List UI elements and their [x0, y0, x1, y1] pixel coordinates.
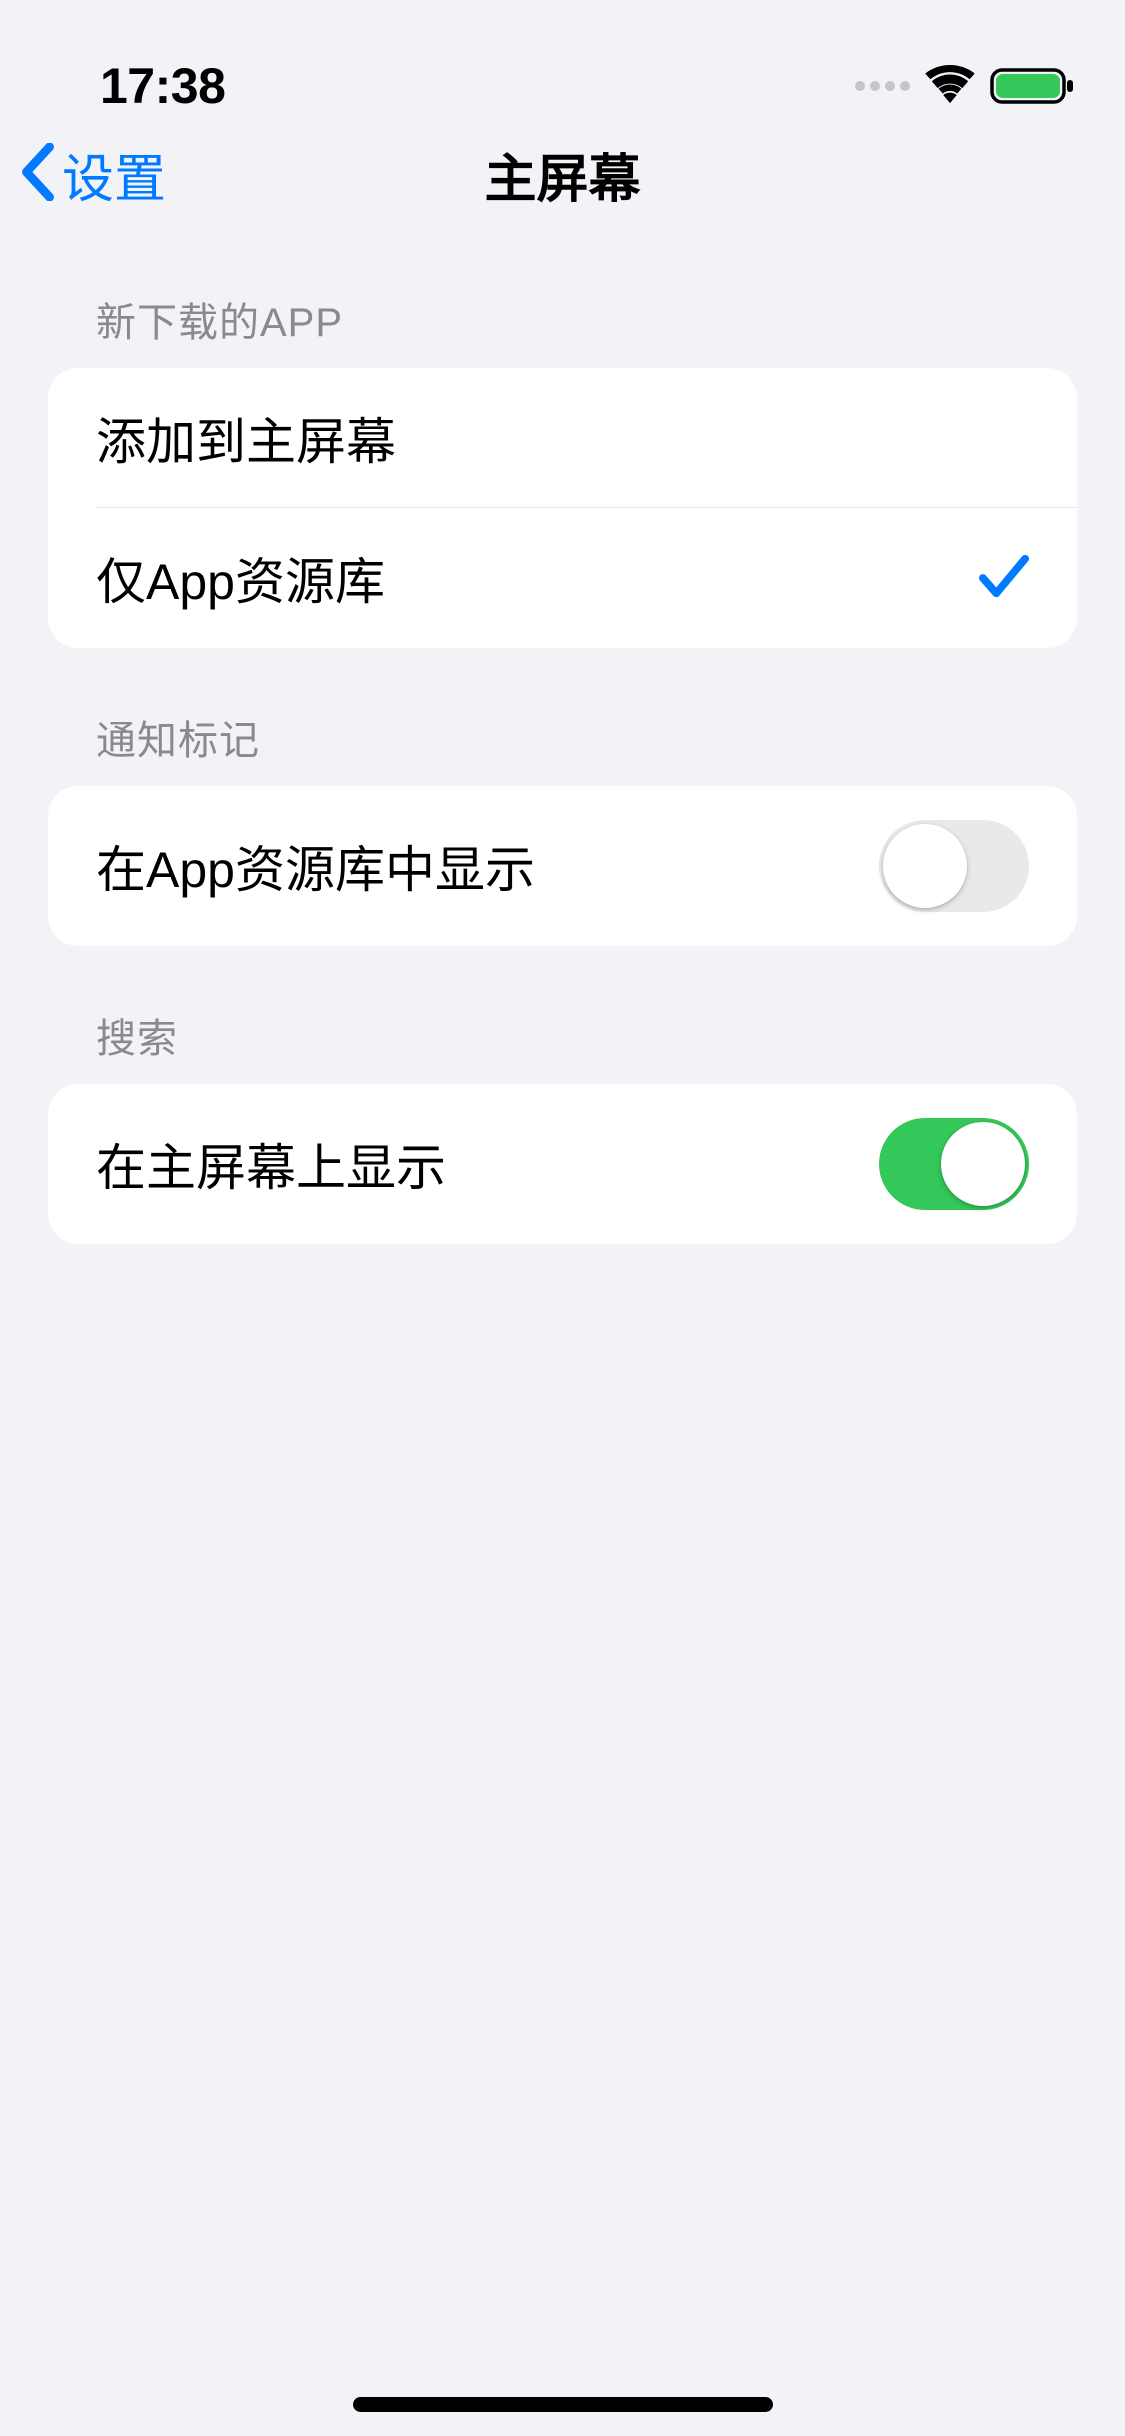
back-button[interactable]: 设置	[20, 137, 166, 212]
chevron-left-icon	[20, 143, 56, 206]
battery-icon	[990, 66, 1075, 106]
section-group-search: 在主屏幕上显示	[48, 1084, 1077, 1244]
toggle-label: 在App资源库中显示	[96, 830, 535, 902]
section-header-new-apps: 新下载的APP	[48, 290, 1077, 368]
toggle-show-on-home-screen[interactable]	[879, 1118, 1029, 1210]
toggle-row-show-in-app-library: 在App资源库中显示	[48, 786, 1077, 946]
section-group-new-apps: 添加到主屏幕 仅App资源库	[48, 368, 1077, 648]
toggle-label: 在主屏幕上显示	[96, 1128, 446, 1200]
navigation-bar: 设置 主屏幕	[0, 130, 1125, 230]
section-search: 搜索 在主屏幕上显示	[48, 1006, 1077, 1244]
section-header-search: 搜索	[48, 1006, 1077, 1084]
page-title: 主屏幕	[484, 137, 640, 212]
section-group-notification-badges: 在App资源库中显示	[48, 786, 1077, 946]
cellular-signal-icon	[855, 81, 910, 91]
section-header-notification-badges: 通知标记	[48, 708, 1077, 786]
option-add-to-home-screen[interactable]: 添加到主屏幕	[48, 368, 1077, 508]
option-app-library-only[interactable]: 仅App资源库	[48, 508, 1077, 648]
section-notification-badges: 通知标记 在App资源库中显示	[48, 708, 1077, 946]
content-area: 新下载的APP 添加到主屏幕 仅App资源库 通知标记 在App资源库中显示	[0, 230, 1125, 1244]
checkmark-icon	[979, 552, 1029, 605]
status-bar: 17:38	[0, 0, 1125, 130]
toggle-row-show-on-home-screen: 在主屏幕上显示	[48, 1084, 1077, 1244]
status-indicators	[855, 65, 1075, 108]
option-label: 添加到主屏幕	[96, 402, 396, 474]
toggle-knob	[883, 824, 967, 908]
section-new-apps: 新下载的APP 添加到主屏幕 仅App资源库	[48, 290, 1077, 648]
option-label: 仅App资源库	[96, 542, 385, 614]
home-indicator[interactable]	[353, 2397, 773, 2412]
status-time: 17:38	[100, 57, 225, 115]
wifi-icon	[925, 65, 975, 108]
toggle-show-in-app-library[interactable]	[879, 820, 1029, 912]
toggle-knob	[941, 1122, 1025, 1206]
back-button-label: 设置	[62, 137, 166, 212]
